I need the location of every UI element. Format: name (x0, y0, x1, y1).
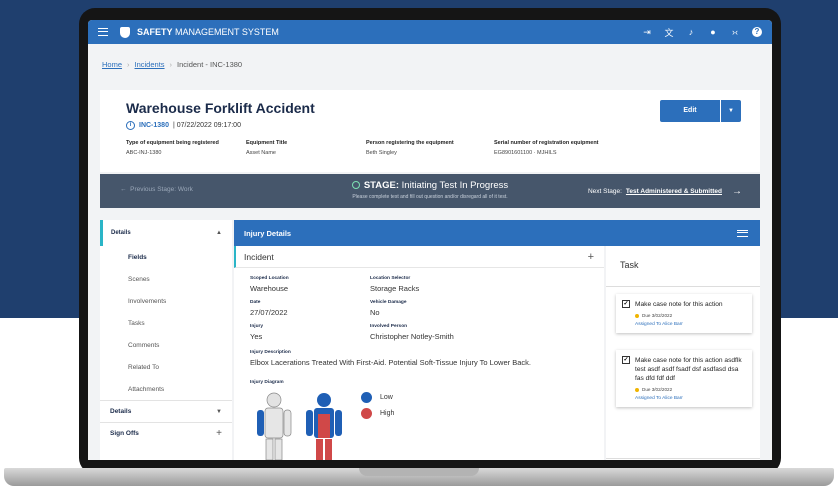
legend-high: High (361, 408, 394, 419)
chevron-up-icon: ▲ (216, 230, 222, 236)
stage-bar: ← Previous Stage: Work STAGE: Initiating… (100, 174, 760, 208)
task-title: Task (620, 260, 639, 270)
field-vehicle-damage: Vehicle Damage No (370, 300, 407, 317)
arrow-right-icon: → (732, 186, 742, 197)
legend-high-swatch (361, 408, 372, 419)
nav-item-fields[interactable]: Fields (100, 246, 232, 268)
left-nav: Details ▲ Fields Scenes Involvements Task… (100, 220, 232, 460)
edit-button[interactable]: Edit (660, 100, 720, 122)
checkbox-checked-icon[interactable]: ✓ (622, 356, 630, 364)
laptop-base (4, 468, 834, 486)
app-bar: SAFETY MANAGEMENT SYSTEM ⇥ 文 ♪ ● ›‹ ? (88, 20, 772, 44)
next-stage-link[interactable]: Next Stage: Test Administered & Submitte… (588, 186, 742, 197)
body-front-figure (257, 392, 292, 460)
laptop-notch (359, 468, 479, 476)
meta-equipment-title: Equipment Title Asset Name (246, 140, 288, 156)
field-date: Date 27/07/2022 (250, 300, 288, 317)
nav-item-related-to[interactable]: Related To (100, 356, 232, 378)
main-header: Injury Details (234, 220, 760, 246)
field-injury: Injury Yes (250, 324, 264, 341)
app-title: SAFETY MANAGEMENT SYSTEM (137, 27, 279, 37)
field-location-selector: Location Selector Storage Racks (370, 276, 420, 293)
app-bar-actions: ⇥ 文 ♪ ● ›‹ ? (642, 26, 762, 39)
meta-registering-person: Person registering the equipment Beth Sin… (366, 140, 454, 156)
breadcrumb-separator-icon: › (127, 60, 130, 69)
incident-card-header: Incident + (234, 246, 604, 268)
meta-equipment-type: Type of equipment being registered ABC-IN… (126, 140, 219, 156)
bell-icon[interactable]: ♪ (686, 27, 696, 37)
task-assignee: Assigned To Alice Barr (635, 396, 683, 401)
shield-logo-icon (120, 26, 130, 38)
due-dot-icon (635, 387, 639, 392)
task-text: Make case note for this action (635, 301, 723, 308)
help-icon[interactable]: ? (752, 27, 762, 37)
laptop-screen: SAFETY MANAGEMENT SYSTEM ⇥ 文 ♪ ● ›‹ ? Ho… (88, 20, 772, 460)
breadcrumb-separator-icon: › (169, 60, 173, 69)
incident-card: Incident + Scoped Location Warehouse Loca… (234, 246, 604, 460)
main-panel: Injury Details Incident + Scoped Locatio… (234, 220, 760, 460)
task-card[interactable]: ✓ Make case note for this action asdflk … (616, 350, 752, 407)
task-card[interactable]: ✓ Make case note for this action Due 3/0… (616, 294, 752, 333)
nav-item-comments[interactable]: Comments (100, 334, 232, 356)
menu-icon[interactable] (98, 28, 108, 36)
task-due: Due 3/02/2022 (635, 313, 746, 318)
nav-item-scenes[interactable]: Scenes (100, 268, 232, 290)
field-involved-person: Involved Person Christopher Notley-Smith (370, 324, 454, 341)
list-menu-icon[interactable] (737, 229, 748, 237)
page-title: Warehouse Forklift Accident (126, 100, 315, 116)
plus-icon: + (216, 428, 222, 439)
breadcrumb-current: Incident - INC-1380 (177, 60, 243, 69)
breadcrumb-home[interactable]: Home (102, 60, 122, 69)
task-due: Due 3/02/2022 (635, 387, 746, 392)
task-assignee: Assigned To Alice Barr (635, 322, 683, 327)
field-injury-description: Injury Description Elbox Lacerations Trea… (250, 350, 531, 367)
task-text: Make case note for this action asdflk te… (635, 357, 742, 382)
nav-item-involvements[interactable]: Involvements (100, 290, 232, 312)
user-icon[interactable]: ● (708, 27, 718, 37)
chevron-down-icon: ▼ (216, 408, 222, 415)
incident-id: INC-1380 (139, 122, 169, 129)
nav-header-details[interactable]: Details ▲ (100, 220, 232, 246)
injury-diagram (257, 392, 342, 460)
nav-item-attachments[interactable]: Attachments (100, 378, 232, 400)
incident-id-line: i INC-1380 | 07/22/2022 09:17:00 (126, 121, 241, 130)
edit-dropdown-chevron-icon[interactable]: ▼ (721, 100, 741, 122)
info-icon: i (126, 121, 135, 130)
meta-serial-number: Serial number of registration equipment E… (494, 140, 599, 156)
related-section-divider (606, 458, 760, 459)
collapse-icon[interactable]: ›‹ (730, 27, 740, 37)
body-back-figure (306, 393, 342, 460)
clock-icon (351, 181, 360, 189)
nav-section-sign-offs[interactable]: Sign Offs + (100, 422, 232, 444)
due-dot-icon (635, 313, 639, 318)
legend-low: Low (361, 392, 393, 403)
incident-header: Warehouse Forklift Accident i INC-1380 |… (100, 90, 760, 172)
breadcrumb: Home › Incidents › Incident - INC-1380 (102, 60, 242, 69)
translate-icon[interactable]: 文 (664, 26, 674, 39)
add-icon[interactable]: + (588, 251, 594, 263)
field-scoped-location: Scoped Location Warehouse (250, 276, 289, 293)
nav-section-details[interactable]: Details ▼ (100, 400, 232, 422)
nav-item-tasks[interactable]: Tasks (100, 312, 232, 334)
breadcrumb-incidents[interactable]: Incidents (135, 60, 165, 69)
task-divider (606, 286, 760, 287)
legend-low-swatch (361, 392, 372, 403)
incident-datetime: | 07/22/2022 09:17:00 (172, 122, 241, 129)
injury-diagram-label: Injury Diagram (250, 380, 284, 385)
task-panel: Task ✓ Make case note for this action Du… (606, 246, 760, 460)
logout-icon[interactable]: ⇥ (642, 27, 652, 38)
checkbox-checked-icon[interactable]: ✓ (622, 300, 630, 308)
